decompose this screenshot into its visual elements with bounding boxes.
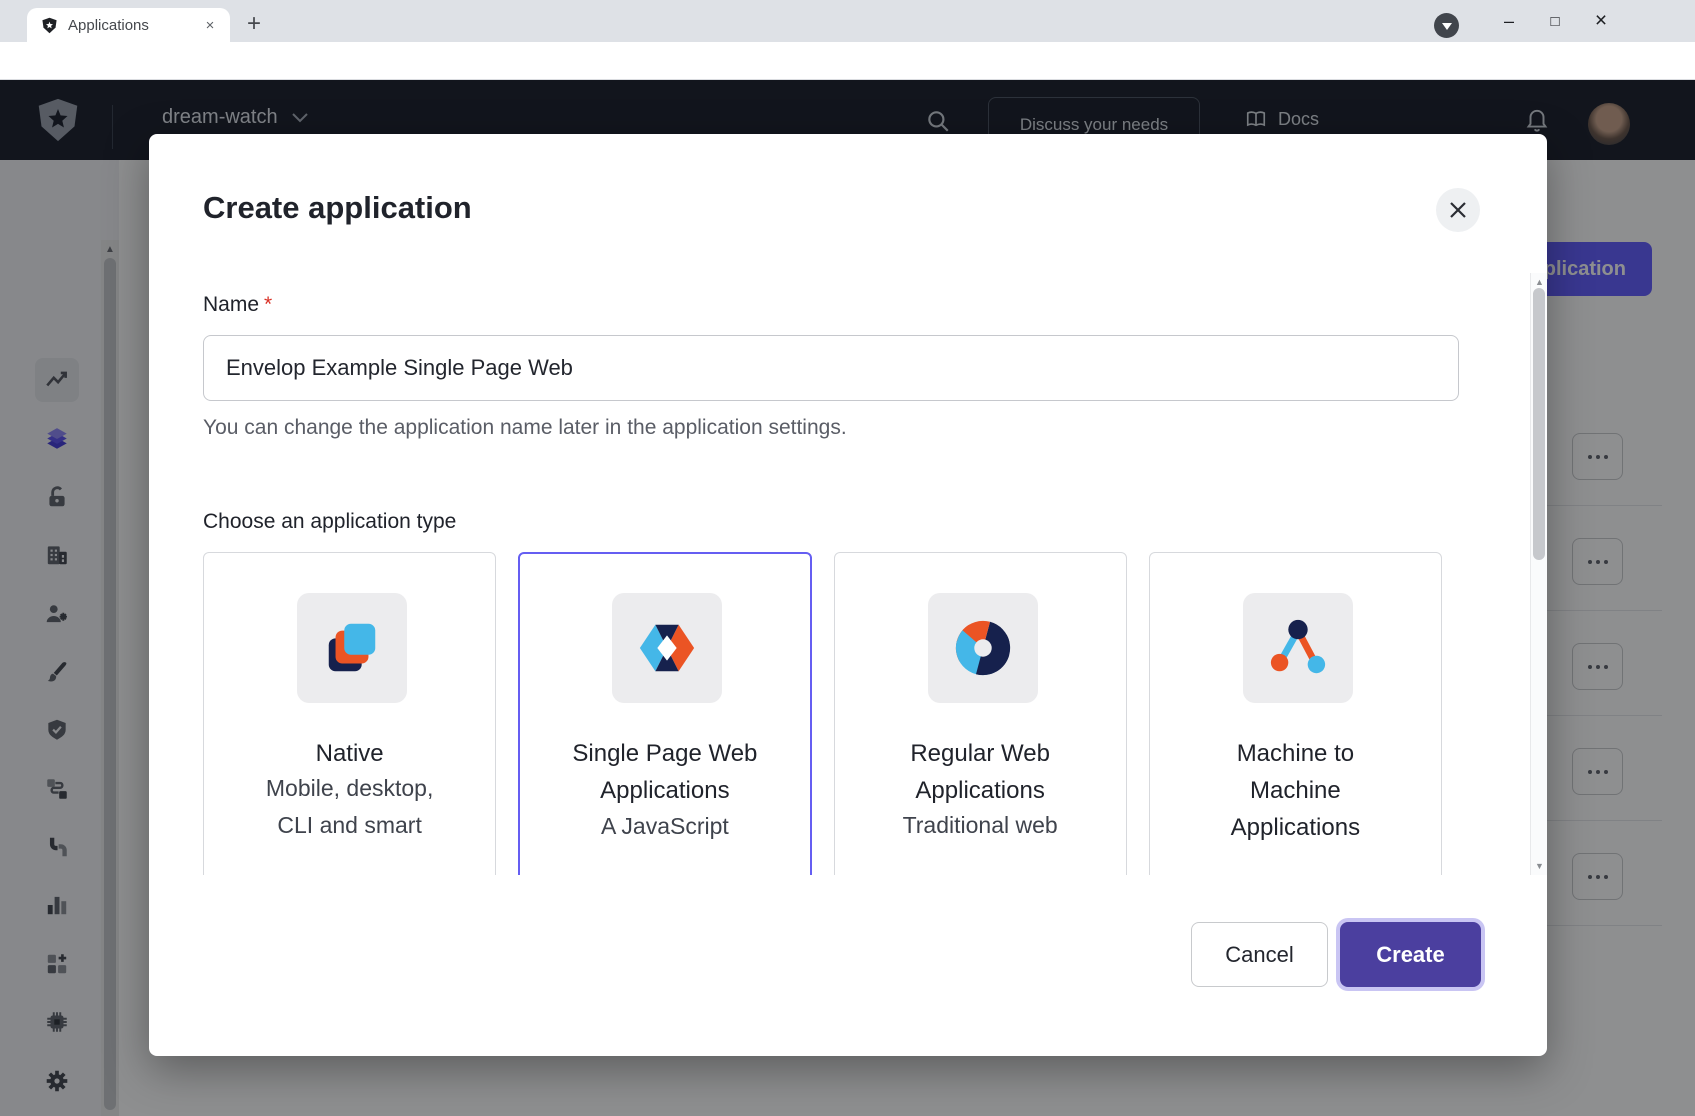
tab-title: Applications xyxy=(68,17,200,34)
window-maximize-button[interactable]: □ xyxy=(1532,0,1578,42)
modal-scrollbar[interactable]: ▲ ▼ xyxy=(1530,273,1547,875)
card-title: Machine to Machine Applications xyxy=(1150,735,1441,846)
browser-toolbar: ← → ⟳ manage.auth0.com/dashboard/eu/drea… xyxy=(0,42,1695,80)
create-application-modal: Create application Name* You can change … xyxy=(149,134,1547,1056)
card-title: Single Page Web Applications xyxy=(520,735,809,809)
browser-tab-strip: Applications × + – □ × xyxy=(0,0,1695,42)
modal-scrollbar-thumb[interactable] xyxy=(1533,288,1545,560)
card-description: Traditional web xyxy=(835,807,1126,844)
close-icon xyxy=(1448,200,1468,220)
modal-close-button[interactable] xyxy=(1436,188,1480,232)
scroll-up-icon[interactable]: ▲ xyxy=(1535,277,1544,287)
choose-type-label: Choose an application type xyxy=(203,510,1442,534)
m2m-app-icon xyxy=(1243,593,1353,703)
new-tab-button[interactable]: + xyxy=(240,10,268,38)
create-button[interactable]: Create xyxy=(1340,922,1481,987)
app-type-card-regular-web[interactable]: Regular Web Applications Traditional web xyxy=(834,552,1127,875)
app-type-card-spa[interactable]: Single Page Web Applications A JavaScrip… xyxy=(518,552,811,875)
card-description: A JavaScript xyxy=(520,808,809,845)
auth0-favicon-icon xyxy=(41,17,58,34)
tab-close-icon[interactable]: × xyxy=(200,15,220,35)
tab-search-button[interactable] xyxy=(1434,13,1459,38)
native-app-icon xyxy=(297,593,407,703)
caret-down-icon xyxy=(1442,23,1452,30)
scroll-down-icon[interactable]: ▼ xyxy=(1535,861,1544,871)
cancel-button[interactable]: Cancel xyxy=(1191,922,1328,987)
required-asterisk: * xyxy=(264,293,272,316)
modal-title: Create application xyxy=(203,190,472,226)
spa-app-icon xyxy=(612,593,722,703)
application-type-cards: Native Mobile, desktop, CLI and smart Si… xyxy=(203,552,1442,875)
regular-web-app-icon xyxy=(928,593,1038,703)
card-title: Regular Web Applications xyxy=(835,735,1126,809)
window-close-button[interactable]: × xyxy=(1578,0,1624,42)
app-type-card-m2m[interactable]: Machine to Machine Applications xyxy=(1149,552,1442,875)
name-helper-text: You can change the application name late… xyxy=(203,416,1442,440)
window-minimize-button[interactable]: – xyxy=(1486,0,1532,42)
application-name-input[interactable] xyxy=(203,335,1459,401)
browser-tab[interactable]: Applications × xyxy=(27,8,230,42)
card-title: Native xyxy=(204,735,495,772)
card-description: Mobile, desktop, CLI and smart xyxy=(204,770,495,844)
modal-body: Name* You can change the application nam… xyxy=(149,273,1530,875)
app-type-card-native[interactable]: Native Mobile, desktop, CLI and smart xyxy=(203,552,496,875)
name-label: Name* xyxy=(203,293,1442,317)
